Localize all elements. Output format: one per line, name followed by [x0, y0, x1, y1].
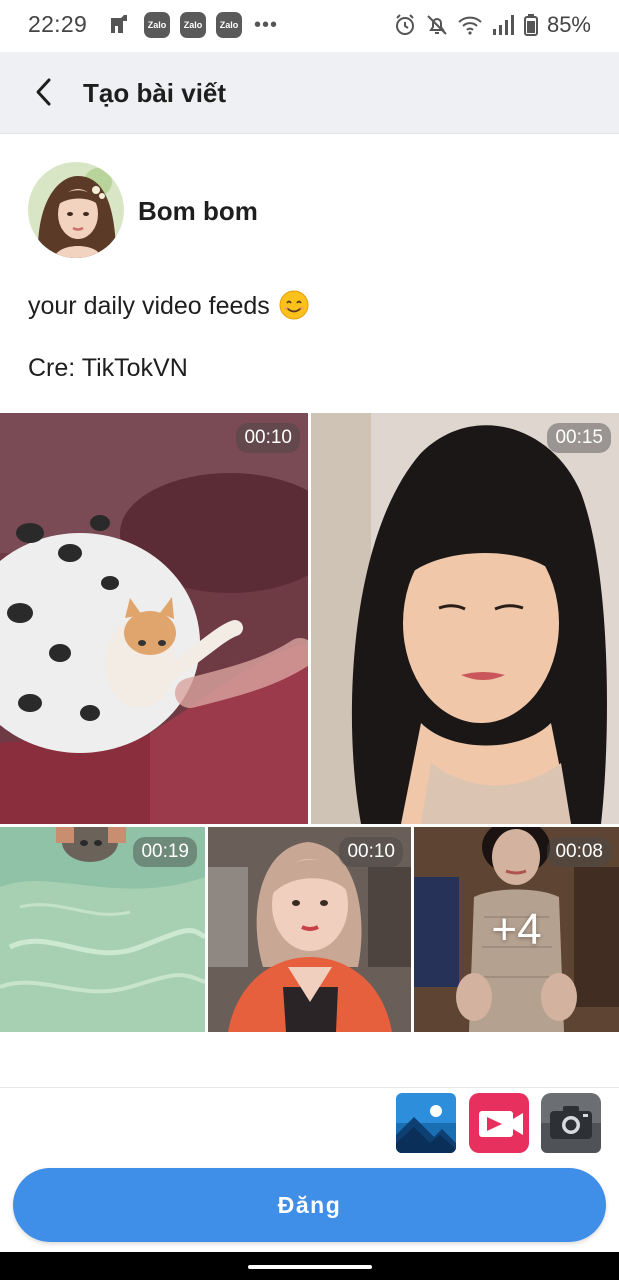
post-button[interactable]: Đăng [13, 1168, 606, 1242]
mute-icon [427, 15, 447, 35]
media-grid: 00:10 00:15 00:19 00:10 +4 00:08 [0, 413, 619, 1032]
video-thumbnail[interactable]: 00:10 [0, 413, 308, 824]
video-duration: 00:19 [133, 837, 197, 867]
video-duration: 00:10 [236, 423, 300, 453]
camera-button[interactable] [541, 1093, 601, 1153]
zalo-icon: Zalo [216, 12, 242, 38]
post-credit: Cre: TikTokVN [28, 354, 188, 382]
alarm-icon [395, 14, 414, 35]
author-name: Bom bom [138, 196, 258, 226]
video-thumbnail[interactable]: 00:19 [0, 827, 205, 1032]
gallery-button[interactable] [396, 1093, 456, 1153]
page-title: Tạo bài viết [83, 78, 227, 108]
signal-icon [492, 15, 514, 35]
video-duration: 00:15 [547, 423, 611, 453]
post-credit-line[interactable]: Cre: TikTokVN [28, 354, 188, 383]
avatar [28, 162, 124, 258]
app-header: Tạo bài viết [0, 52, 619, 134]
battery-icon [523, 14, 538, 36]
video-thumbnail[interactable]: 00:10 [208, 827, 411, 1032]
system-icons: 85% [393, 12, 591, 38]
notification-icons: Zalo Zalo Zalo ••• [108, 12, 278, 38]
video-button[interactable] [469, 1093, 529, 1153]
system-nav-bar [0, 1252, 619, 1280]
video-duration: 00:10 [339, 837, 403, 867]
video-icon [469, 1093, 529, 1153]
back-button[interactable] [22, 70, 66, 114]
status-time: 22:29 [28, 11, 88, 37]
smiling-face-emoji-icon [279, 290, 309, 320]
chevron-left-icon [36, 78, 51, 106]
wifi-icon [458, 16, 482, 35]
zalo-icon: Zalo [144, 12, 170, 38]
post-text: your daily video feeds [28, 292, 270, 320]
home-gesture-bar[interactable] [248, 1265, 372, 1269]
more-notifications-icon: ••• [254, 14, 279, 36]
gallery-icon [396, 1093, 456, 1153]
camera-icon [541, 1093, 601, 1153]
post-text-line[interactable]: your daily video feeds [28, 290, 309, 321]
status-bar: 22:29 Zalo Zalo Zalo ••• 85% [0, 0, 619, 52]
video-thumbnail[interactable]: 00:15 [311, 413, 619, 824]
zalo-icon: Zalo [180, 12, 206, 38]
toolbar-divider [0, 1087, 619, 1088]
video-thumbnail-more[interactable]: +4 00:08 [414, 827, 619, 1032]
video-duration: 00:08 [547, 837, 611, 867]
notification-app-icon [111, 15, 127, 33]
battery-level: 85% [546, 12, 591, 37]
